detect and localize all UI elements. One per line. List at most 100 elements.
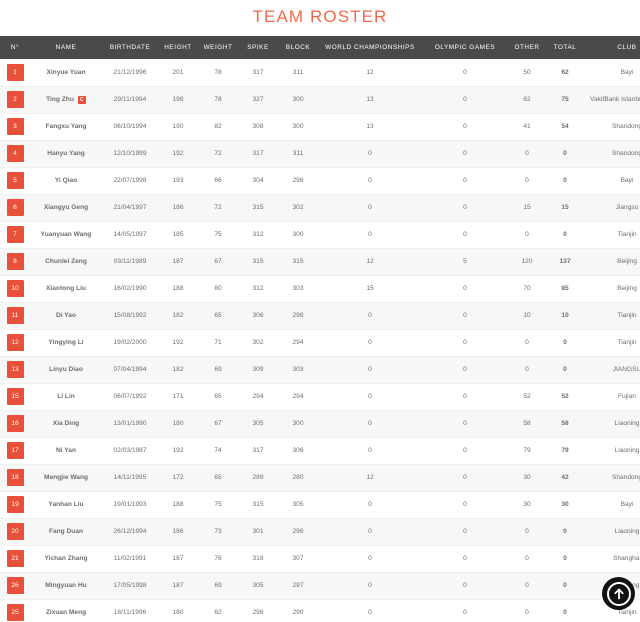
- table-row[interactable]: 6 Xiangyu Geng 21/04/1997 186 72 315 302 0 0 15 15…: [0, 194, 640, 222]
- table-row[interactable]: 16 Xia Ding 13/01/1990 180 67 305 300 0 0 58 58 Lia…: [0, 410, 640, 438]
- table-row[interactable]: 8 Chunlei Zeng 03/11/1989 187 67 315 315 12 5 120…: [0, 248, 640, 276]
- cell-world-championships: 0: [318, 329, 422, 357]
- table-row[interactable]: 20 Fang Duan 26/12/1994 186 73 301 296 0 0 0 0 Liao…: [0, 518, 640, 546]
- column-header-number[interactable]: N°: [0, 36, 30, 59]
- table-row[interactable]: 18 Mengjie Wang 14/11/1995 172 65 289 280 12 0 30…: [0, 464, 640, 492]
- cell-name: Mingyuan Hu: [30, 572, 102, 600]
- cell-world-championships: 0: [318, 491, 422, 519]
- column-header-height[interactable]: HEIGHT: [158, 36, 198, 59]
- cell-weight: 69: [198, 356, 238, 384]
- cell-weight: 65: [198, 383, 238, 411]
- table-row[interactable]: 4 Hanyu Yang 12/10/1999 192 72 317 311 0 0 0 0 Shan…: [0, 140, 640, 168]
- cell-name: Xiaotong Liu: [30, 275, 102, 303]
- table-row[interactable]: 17 Ni Yan 02/03/1987 192 74 317 306 0 0 79 79 Liaon…: [0, 437, 640, 465]
- cell-total: 0: [546, 572, 584, 600]
- player-name: Ting Zhu: [46, 96, 74, 103]
- cell-other: 52: [508, 383, 546, 411]
- column-header-other[interactable]: OTHER: [508, 36, 546, 59]
- player-name: Fangxu Yang: [45, 123, 87, 130]
- column-header-spike[interactable]: SPIKE: [238, 36, 278, 59]
- player-number-badge: 25: [6, 604, 24, 621]
- table-row[interactable]: 21 Yichan Zhang 11/02/1991 187 76 318 307 0 0 0 0 S…: [0, 545, 640, 573]
- cell-total: 52: [546, 383, 584, 411]
- column-header-olympic-games[interactable]: OLYMPIC GAMES: [422, 36, 508, 59]
- cell-birthdate: 29/11/1994: [102, 86, 158, 114]
- arrow-up-circle-icon: [606, 581, 631, 606]
- cell-world-championships: 15: [318, 275, 422, 303]
- cell-club: Beijing: [584, 248, 640, 276]
- cell-block: 296: [278, 518, 318, 546]
- player-number-badge: 3: [6, 118, 24, 135]
- cell-birthdate: 19/02/2000: [102, 329, 158, 357]
- player-name-wrapper: Li Lin: [57, 393, 75, 400]
- cell-weight: 73: [198, 518, 238, 546]
- table-body: 1 Xinyue Yuan 21/12/1996 201 78 317 311 12 0 50 62…: [0, 59, 640, 622]
- table-row[interactable]: 11 Di Yao 15/08/1992 182 65 306 298 0 0 10 10 Tianj…: [0, 302, 640, 330]
- cell-block: 300: [278, 86, 318, 114]
- column-header-club[interactable]: CLUB: [584, 36, 640, 59]
- table-row[interactable]: 13 Linyu Diao 07/04/1994 182 69 309 303 0 0 0 0 JIA…: [0, 356, 640, 384]
- cell-other: 0: [508, 221, 546, 249]
- player-name-wrapper: Ni Yan: [56, 447, 76, 454]
- scroll-to-top-button[interactable]: [602, 577, 635, 610]
- cell-height: 186: [158, 518, 198, 546]
- cell-total: 15: [546, 194, 584, 222]
- cell-other: 62: [508, 86, 546, 114]
- table-row[interactable]: 5 Yi Qiao 22/07/1998 193 66 304 298 0 0 0 0 Bayi: [0, 167, 640, 195]
- cell-world-championships: 0: [318, 302, 422, 330]
- table-row[interactable]: 2 Ting Zhu C 29/11/1994 198 78 327 300 13 0 62 75 Va…: [0, 86, 640, 114]
- table-row[interactable]: 1 Xinyue Yuan 21/12/1996 201 78 317 311 12 0 50 62…: [0, 59, 640, 87]
- table-row[interactable]: 7 Yuanyuan Wang 14/05/1997 185 75 312 300 0 0 0 0 T…: [0, 221, 640, 249]
- cell-spike: 289: [238, 464, 278, 492]
- player-name: Linyu Diao: [49, 366, 83, 373]
- player-name-wrapper: Zixuan Meng: [46, 609, 86, 616]
- cell-block: 300: [278, 113, 318, 141]
- player-number-badge: 18: [6, 469, 24, 486]
- cell-total: 0: [546, 167, 584, 195]
- cell-height: 201: [158, 59, 198, 87]
- table-row[interactable]: 10 Xiaotong Liu 16/02/1990 188 80 312 303 15 0 70…: [0, 275, 640, 303]
- cell-spike: 294: [238, 383, 278, 411]
- cell-total: 0: [546, 518, 584, 546]
- player-number-badge: 7: [6, 226, 24, 243]
- cell-birthdate: 21/12/1996: [102, 59, 158, 87]
- cell-name: Yichan Zhang: [30, 545, 102, 573]
- cell-other: 0: [508, 329, 546, 357]
- player-name: Chunlei Zeng: [45, 258, 87, 265]
- column-header-name[interactable]: NAME: [30, 36, 102, 59]
- cell-birthdate: 14/05/1997: [102, 221, 158, 249]
- cell-olympic-games: 0: [422, 491, 508, 519]
- player-name: Mingyuan Hu: [45, 582, 87, 589]
- cell-other: 0: [508, 545, 546, 573]
- table-row[interactable]: 25 Zixuan Meng 18/11/1996 180 62 298 290 0 0 0 0 Ti…: [0, 599, 640, 622]
- cell-block: 300: [278, 221, 318, 249]
- player-name: Yanhan Liu: [48, 501, 84, 508]
- cell-number: 3: [0, 113, 30, 141]
- column-header-birthdate[interactable]: BIRTHDATE: [102, 36, 158, 59]
- cell-name: Yuanyuan Wang: [30, 221, 102, 249]
- cell-other: 120: [508, 248, 546, 276]
- column-header-block[interactable]: BLOCK: [278, 36, 318, 59]
- cell-weight: 66: [198, 167, 238, 195]
- cell-spike: 308: [238, 113, 278, 141]
- cell-number: 7: [0, 221, 30, 249]
- cell-name: Mengjie Wang: [30, 464, 102, 492]
- column-header-total[interactable]: TOTAL: [546, 36, 584, 59]
- cell-name: Fang Duan: [30, 518, 102, 546]
- table-row[interactable]: 19 Yanhan Liu 19/01/1993 188 75 315 305 0 0 30 30 B…: [0, 491, 640, 519]
- cell-total: 30: [546, 491, 584, 519]
- table-row[interactable]: 15 Li Lin 06/07/1992 171 65 294 294 0 0 52 52 Fujia…: [0, 383, 640, 411]
- table-row[interactable]: 3 Fangxu Yang 06/10/1994 190 82 308 300 13 0 41 54…: [0, 113, 640, 141]
- cell-world-championships: 0: [318, 383, 422, 411]
- cell-spike: 306: [238, 302, 278, 330]
- cell-total: 0: [546, 221, 584, 249]
- cell-block: 303: [278, 356, 318, 384]
- cell-number: 2: [0, 86, 30, 114]
- cell-weight: 62: [198, 599, 238, 622]
- column-header-world-championships[interactable]: WORLD CHAMPIONSHIPS: [318, 36, 422, 59]
- column-header-weight[interactable]: WEIGHT: [198, 36, 238, 59]
- table-row[interactable]: 12 Yingying Li 19/02/2000 192 71 302 294 0 0 0 0 Ti…: [0, 329, 640, 357]
- table-row[interactable]: 26Mingyuan Hu17/05/1998187693052970000Li…: [0, 572, 640, 600]
- cell-block: 302: [278, 194, 318, 222]
- table-header: N° NAME BIRTHDATE HEIGHT WEIGHT SPIKE BL…: [0, 36, 640, 59]
